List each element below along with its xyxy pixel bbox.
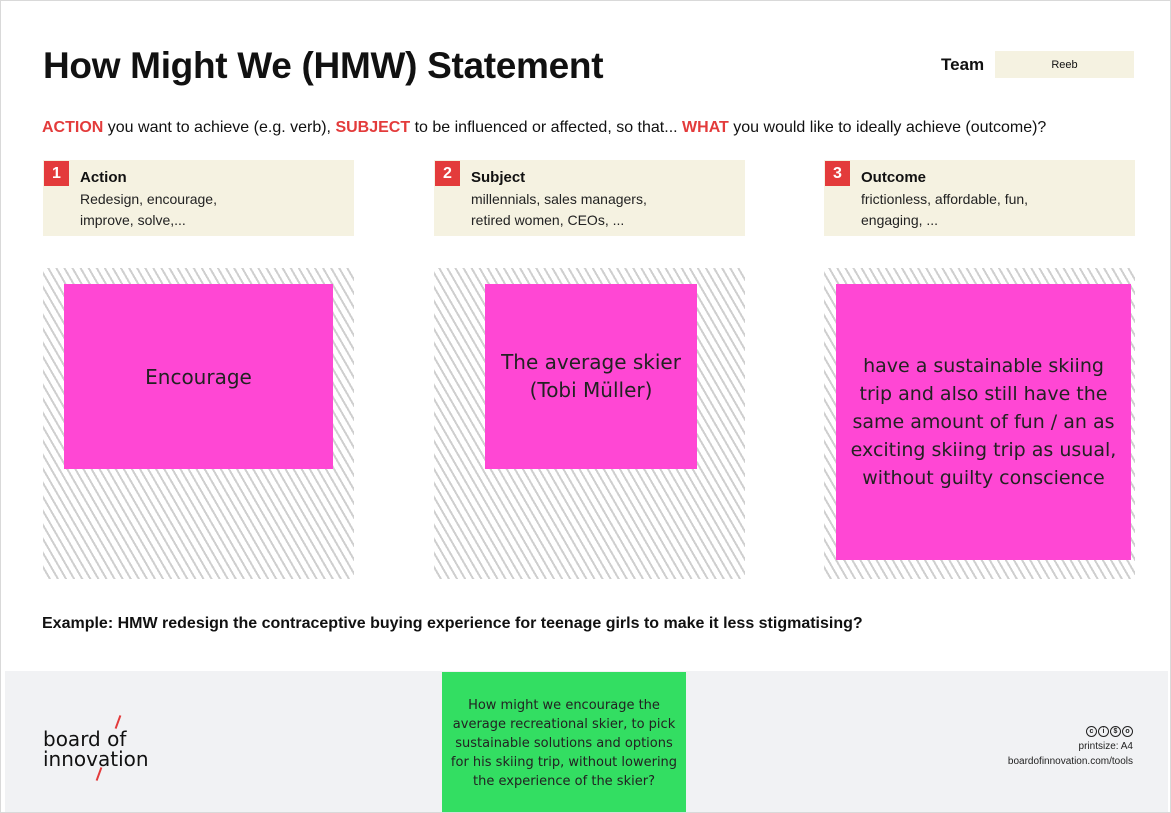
by-icon: i	[1098, 726, 1109, 737]
page-title: How Might We (HMW) Statement	[43, 45, 604, 86]
cc-icon: c	[1086, 726, 1097, 737]
subject-heading: Subject	[471, 169, 526, 186]
subject-text: to be influenced or affected, so that...	[410, 119, 683, 136]
action-heading: Action	[80, 169, 127, 186]
sa-icon: o	[1122, 726, 1133, 737]
outcome-description: frictionless, affordable, fun, engaging,…	[861, 189, 1121, 231]
printsize-label: printsize: A4	[1078, 741, 1133, 752]
action-text: you want to achieve (e.g. verb),	[103, 119, 336, 136]
what-keyword: WHAT	[682, 119, 729, 136]
outcome-info-box: 3 Outcome frictionless, affordable, fun,…	[824, 160, 1135, 236]
team-label: Team	[941, 55, 985, 74]
hmw-canvas: How Might We (HMW) Statement Team Reeb A…	[0, 0, 1171, 813]
step-number-badge: 3	[825, 161, 850, 186]
board-of-innovation-logo: board of innovation	[43, 715, 149, 781]
subject-description: millennials, sales managers, retired wom…	[471, 189, 731, 231]
subject-desc-line: millennials, sales managers,	[471, 191, 647, 207]
instruction-line: ACTION you want to achieve (e.g. verb), …	[42, 119, 1046, 137]
action-desc-line: Redesign, encourage,	[80, 191, 217, 207]
logo-line: innovation	[43, 747, 149, 771]
hmw-summary-sticky-note[interactable]: How might we encourage the average recre…	[442, 672, 686, 812]
action-info-box: 1 Action Redesign, encourage, improve, s…	[43, 160, 354, 236]
what-text: you would like to ideally achieve (outco…	[728, 119, 1047, 136]
tools-url[interactable]: boardofinnovation.com/tools	[1008, 754, 1133, 769]
nc-icon: $	[1110, 726, 1121, 737]
outcome-sticky-note[interactable]: have a sustainable skiing trip and also …	[836, 284, 1131, 560]
action-desc-line: improve, solve,...	[80, 212, 186, 228]
team-name-field[interactable]: Reeb	[995, 51, 1134, 78]
subject-keyword: SUBJECT	[335, 119, 411, 136]
step-number-badge: 2	[435, 161, 460, 186]
outcome-heading: Outcome	[861, 169, 927, 186]
footer-credits: c i $ o printsize: A4 boardofinnovation.com…	[1008, 726, 1133, 769]
example-statement: Example: HMW redesign the contraceptive …	[42, 615, 863, 632]
outcome-desc-line: frictionless, affordable, fun,	[861, 191, 1029, 207]
action-sticky-note[interactable]: Encourage	[64, 284, 333, 469]
creative-commons-icon: c i $ o	[1008, 726, 1133, 737]
subject-sticky-note[interactable]: The average skier (Tobi Müller)	[485, 284, 697, 469]
step-number-badge: 1	[44, 161, 69, 186]
subject-desc-line: retired women, CEOs, ...	[471, 212, 625, 228]
subject-info-box: 2 Subject millennials, sales managers, r…	[434, 160, 745, 236]
logo-line: board of	[43, 727, 127, 751]
action-description: Redesign, encourage, improve, solve,...	[80, 189, 340, 231]
action-keyword: ACTION	[42, 119, 104, 136]
outcome-desc-line: engaging, ...	[861, 212, 939, 228]
